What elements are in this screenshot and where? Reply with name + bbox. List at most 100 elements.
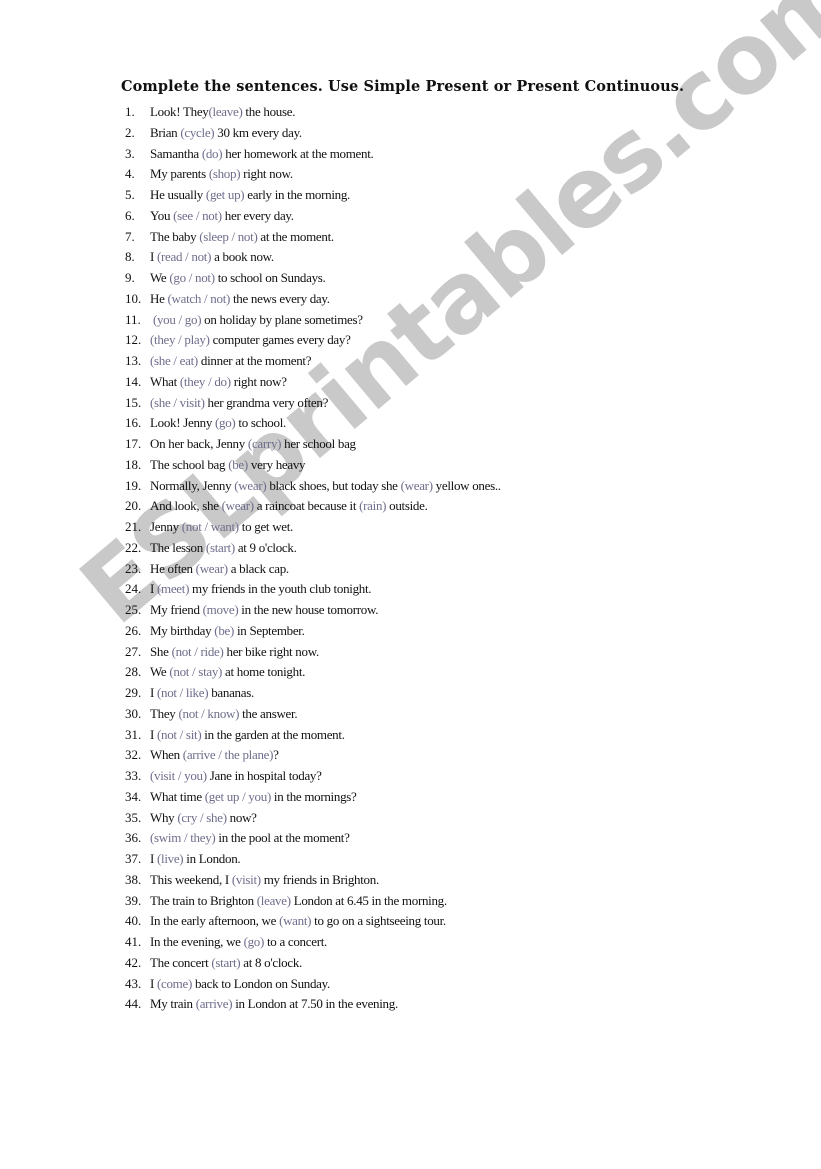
sentence-fragment: What time	[150, 788, 205, 804]
item-number: 5.	[125, 187, 135, 202]
item-sentence: And look, she (wear) a raincoat because …	[150, 496, 428, 517]
item-sentence: I (meet) my friends in the youth club to…	[150, 579, 372, 600]
sentence-fragment: Look! Jenny	[150, 415, 215, 431]
sentence-fragment: in the new house tomorrow.	[238, 602, 379, 617]
sentence-fragment: In the evening, we	[150, 934, 244, 949]
verb-hint: (see / not)	[173, 207, 222, 223]
item-number: 11.	[125, 311, 141, 327]
sentence-fragment: I	[150, 726, 157, 742]
sentence-fragment: And look, she	[150, 498, 222, 514]
item-sentence: This weekend, I (visit) my friends in Br…	[150, 870, 379, 891]
sentence-fragment: black shoes, but today she	[266, 477, 401, 493]
item-number: 40.	[125, 913, 142, 929]
item-sentence: Brian (cycle) 30 km every day.	[150, 123, 302, 144]
sentence-fragment: We	[150, 270, 170, 285]
sentence-fragment: dinner at the moment?	[197, 353, 312, 368]
sentence-fragment: Samantha	[150, 145, 202, 161]
item-number: 15.	[125, 394, 142, 410]
verb-hint: (cry / she)	[177, 809, 227, 825]
sentence-fragment: the answer.	[239, 705, 298, 721]
sentence-fragment: on holiday by plane sometimes?	[201, 311, 363, 327]
sentence-fragment: My friend	[150, 602, 203, 617]
item-number: 1.	[125, 104, 135, 119]
item-number: 12.	[125, 332, 142, 348]
sentence-fragment: The lesson	[150, 539, 206, 555]
verb-hint: (come)	[156, 975, 192, 991]
item-sentence: On her back, Jenny (carry) her school ba…	[150, 434, 356, 455]
item-sentence: My friend (move) in the new house tomorr…	[150, 600, 378, 621]
verb-hint: (leave)	[208, 104, 243, 119]
item-sentence: The school bag (be) very heavy	[150, 455, 306, 476]
sentence-fragment: I	[150, 851, 157, 866]
verb-hint: (rain)	[359, 498, 387, 514]
sentence-fragment: very heavy	[247, 456, 306, 472]
item-sentence: I (read / not) a book now.	[150, 247, 274, 268]
sentence-fragment: in the pool at the moment?	[215, 830, 350, 846]
item-number: 34.	[125, 788, 142, 804]
item-number: 14.	[125, 373, 142, 389]
verb-hint: (not / sit)	[156, 726, 202, 742]
verb-hint: (not / ride)	[171, 643, 224, 659]
verb-hint: (wear)	[195, 560, 228, 576]
sentence-fragment: her every day.	[221, 207, 294, 223]
item-number: 2.	[125, 124, 135, 140]
item-sentence: The concert (start) at 8 o'clock.	[150, 953, 302, 974]
item-number: 24.	[125, 581, 142, 597]
sentence-fragment: to school on Sundays.	[214, 270, 326, 285]
item-sentence: I (come) back to London on Sunday.	[150, 974, 330, 995]
item-number: 3.	[125, 145, 135, 161]
sentence-fragment: He	[150, 290, 168, 306]
verb-hint: (you / go)	[152, 311, 202, 327]
item-number: 4.	[125, 166, 135, 182]
item-sentence: The train to Brighton (leave) London at …	[150, 891, 447, 912]
sentence-fragment: Normally, Jenny	[150, 477, 235, 493]
item-number: 42.	[125, 954, 142, 970]
item-sentence: They (not / know) the answer.	[150, 704, 298, 725]
sentence-fragment: I	[150, 685, 157, 700]
sentence-fragment: Jenny	[150, 519, 182, 534]
item-sentence: When (arrive / the plane)?	[150, 745, 279, 766]
item-number: 29.	[125, 685, 142, 700]
sentence-fragment: She	[150, 643, 172, 659]
sentence-fragment: her bike right now.	[223, 643, 320, 659]
item-number: 19.	[125, 477, 142, 493]
item-sentence: What time (get up / you) in the mornings…	[150, 787, 357, 808]
item-number: 10.	[125, 290, 142, 306]
item-sentence: The lesson (start) at 9 o'clock.	[150, 538, 297, 559]
item-sentence: Why (cry / she) now?	[150, 808, 257, 829]
verb-hint: (be)	[214, 622, 235, 638]
verb-hint: (get up / you)	[204, 788, 272, 804]
item-number: 17.	[125, 436, 142, 451]
item-sentence: I (live) in London.	[150, 849, 241, 870]
item-number: 21.	[125, 519, 142, 534]
verb-hint: (sleep / not)	[199, 228, 258, 244]
verb-hint: (meet)	[156, 581, 190, 597]
verb-hint: (wear)	[234, 477, 267, 493]
item-sentence: He often (wear) a black cap.	[150, 559, 289, 580]
item-sentence: Jenny (not / want) to get wet.	[150, 517, 293, 538]
item-sentence: Look! They(leave) the house.	[150, 102, 295, 123]
verb-hint: (not / like)	[156, 685, 209, 700]
sentence-fragment: I	[150, 975, 157, 991]
item-number: 41.	[125, 934, 142, 949]
verb-hint: (shop)	[208, 166, 241, 182]
sentence-fragment: We	[150, 664, 170, 680]
verb-hint: (watch / not)	[167, 290, 231, 306]
sentence-fragment: right now.	[240, 166, 293, 182]
item-sentence: Normally, Jenny (wear) black shoes, but …	[150, 476, 501, 497]
sentence-fragment: He often	[150, 560, 196, 576]
verb-hint: (not / know)	[178, 705, 240, 721]
sentence-fragment: to school.	[235, 415, 286, 431]
item-sentence: Samantha (do) her homework at the moment…	[150, 144, 374, 165]
item-number: 9.	[125, 270, 135, 285]
sentence-fragment: in the garden at the moment.	[201, 726, 345, 742]
sentence-fragment: in London at 7.50 in the evening.	[232, 996, 398, 1012]
sentence-fragment: When	[150, 747, 183, 763]
sentence-fragment: her school bag	[281, 436, 356, 451]
item-number: 16.	[125, 415, 142, 431]
sentence-fragment: at 9 o'clock.	[234, 539, 297, 555]
verb-hint: (visit / you)	[150, 768, 207, 783]
sentence-fragment: This weekend, I	[150, 871, 232, 887]
item-number: 26.	[125, 622, 142, 638]
sentence-fragment: Why	[150, 809, 178, 825]
